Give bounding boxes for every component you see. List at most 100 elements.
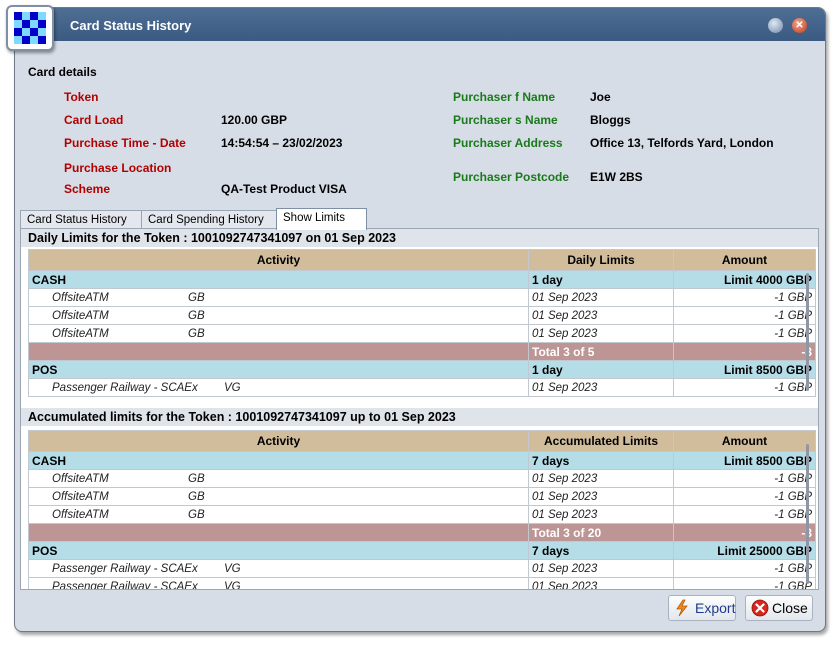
activity-region: GB [188,327,205,340]
activity-region: GB [188,309,205,322]
purchase-location-label: Purchase Location [64,161,172,175]
close-icon [751,599,769,624]
activity-name: Passenger Railway - SCAEx [52,562,198,575]
activity-amount: -1 GBP [673,288,816,307]
accumulated-scrollbar[interactable] [806,444,809,584]
category-period: 7 days [528,451,674,470]
activity-region: GB [188,472,205,485]
scheme-label: Scheme [64,182,111,196]
window-title: Card Status History [70,18,192,33]
tab-card-status-history[interactable]: Card Status History [20,210,142,229]
activity-amount: -1 GBP [673,378,816,397]
purchaser-postcode-value: E1W 2BS [590,170,643,184]
activity-amount: -1 GBP [673,559,816,578]
minimize-button[interactable] [768,18,783,33]
category-name: CASH [28,270,529,289]
export-icon [674,599,690,624]
category-limit: Limit 8500 GBP [673,451,816,470]
category-period: 1 day [528,360,674,379]
purchaser-surname-label: Purchaser s Name [453,113,558,127]
category-name: CASH [28,451,529,470]
purchaser-address-value: Office 13, Telfords Yard, London [590,136,774,150]
category-limit: Limit 25000 GBP [673,541,816,560]
activity-date: 01 Sep 2023 [528,505,674,524]
activity-region: VG [224,562,241,575]
category-row-pos[interactable]: POS 7 days Limit 25000 GBP [28,541,816,560]
total-row[interactable]: Total 3 of 20 -3 [28,523,816,542]
total-amount: -3 [673,523,816,542]
category-row-cash[interactable]: CASH 1 day Limit 4000 GBP [28,270,816,289]
table-row[interactable]: OffsiteATM GB 01 Sep 2023 -1 GBP [28,469,816,488]
tab-bar: Card Status History Card Spending Histor… [20,208,820,230]
activity-date: 01 Sep 2023 [528,559,674,578]
purchaser-first-name-label: Purchaser f Name [453,90,556,104]
daily-limits-heading: Daily Limits for the Token : 10010927473… [21,229,818,247]
daily-scrollbar[interactable] [806,273,809,391]
activity-date: 01 Sep 2023 [528,288,674,307]
category-limit: Limit 8500 GBP [673,360,816,379]
activity-name: Passenger Railway - SCAEx [52,381,198,394]
activity-amount: -1 GBP [673,577,816,589]
table-row[interactable]: Passenger Railway - SCAEx VG 01 Sep 2023 … [28,378,816,397]
column-header-accumulated-limits[interactable]: Accumulated Limits [528,430,674,452]
purchaser-first-name-value: Joe [590,90,611,104]
table-row[interactable]: OffsiteATM GB 01 Sep 2023 -1 GBP [28,306,816,325]
export-button[interactable]: Export [668,595,736,621]
activity-name: OffsiteATM [52,327,109,340]
activity-date: 01 Sep 2023 [528,306,674,325]
column-header-daily-limits[interactable]: Daily Limits [528,249,674,271]
card-load-value: 120.00 GBP [221,113,288,127]
title-bar[interactable]: Card Status History ✕ [15,8,825,41]
activity-amount: -1 GBP [673,324,816,343]
tab-show-limits[interactable]: Show Limits [276,208,367,230]
column-header-activity[interactable]: Activity [28,249,529,271]
total-label: Total 3 of 5 [528,342,674,361]
total-row[interactable]: Total 3 of 5 -3 [28,342,816,361]
category-name: POS [28,541,529,560]
category-row-pos[interactable]: POS 1 day Limit 8500 GBP [28,360,816,379]
activity-amount: -1 GBP [673,487,816,506]
purchase-time-label: Purchase Time - Date [64,136,186,150]
category-row-cash[interactable]: CASH 7 days Limit 8500 GBP [28,451,816,470]
table-row[interactable]: OffsiteATM GB 01 Sep 2023 -1 GBP [28,487,816,506]
activity-region: GB [188,508,205,521]
table-row[interactable]: Passenger Railway - SCAEx VG 01 Sep 2023 … [28,577,816,590]
table-row[interactable]: OffsiteATM GB 01 Sep 2023 -1 GBP [28,505,816,524]
activity-date: 01 Sep 2023 [528,577,674,589]
table-row[interactable]: OffsiteATM GB 01 Sep 2023 -1 GBP [28,324,816,343]
table-row[interactable]: Passenger Railway - SCAEx VG 01 Sep 2023 … [28,559,816,578]
card-load-label: Card Load [64,113,124,127]
activity-date: 01 Sep 2023 [528,487,674,506]
total-label: Total 3 of 20 [528,523,674,542]
activity-name: OffsiteATM [52,508,109,521]
token-label: Token [64,90,99,104]
app-logo-icon [6,5,54,51]
activity-region: VG [224,580,241,590]
category-limit: Limit 4000 GBP [673,270,816,289]
column-header-activity[interactable]: Activity [28,430,529,452]
daily-limits-table: Activity Daily Limits Amount CASH 1 day … [28,249,816,397]
column-header-amount[interactable]: Amount [673,249,816,271]
close-button[interactable]: Close [745,595,813,621]
table-row[interactable]: OffsiteATM GB 01 Sep 2023 -1 GBP [28,288,816,307]
activity-name: Passenger Railway - SCAEx [52,580,198,590]
column-header-amount[interactable]: Amount [673,430,816,452]
activity-region: GB [188,490,205,503]
purchaser-postcode-label: Purchaser Postcode [453,170,570,184]
table-header-row: Activity Accumulated Limits Amount [28,430,816,452]
window-close-button[interactable]: ✕ [792,18,807,33]
activity-amount: -1 GBP [673,469,816,488]
table-header-row: Activity Daily Limits Amount [28,249,816,271]
purchaser-surname-value: Bloggs [590,113,631,127]
tab-card-spending-history[interactable]: Card Spending History [141,210,277,229]
activity-date: 01 Sep 2023 [528,378,674,397]
export-label: Export [695,600,736,616]
activity-date: 01 Sep 2023 [528,324,674,343]
activity-amount: -1 GBP [673,505,816,524]
activity-date: 01 Sep 2023 [528,469,674,488]
activity-amount: -1 GBP [673,306,816,325]
scheme-value: QA-Test Product VISA [221,182,347,196]
show-limits-panel: Daily Limits for the Token : 10010927473… [20,228,819,590]
card-details-title: Card details [28,65,97,79]
category-name: POS [28,360,529,379]
